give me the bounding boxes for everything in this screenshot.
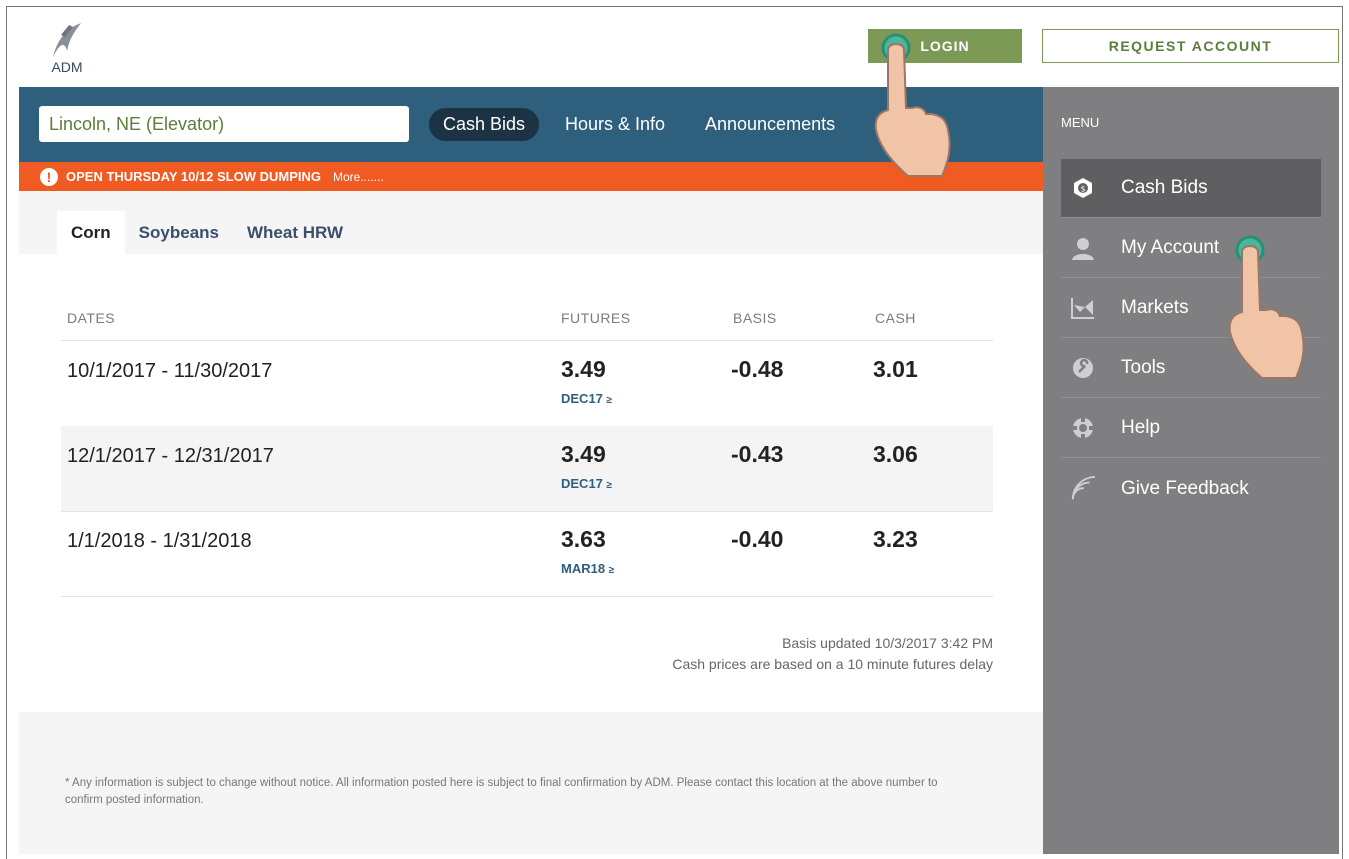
- request-account-button[interactable]: REQUEST ACCOUNT: [1042, 29, 1339, 63]
- alert-more-link[interactable]: More.......: [333, 170, 384, 184]
- svg-text:$: $: [1080, 185, 1085, 194]
- tap-hand-icon: [872, 30, 956, 185]
- tab-corn[interactable]: Corn: [57, 211, 125, 254]
- sidebar-item-help[interactable]: Help: [1061, 399, 1321, 458]
- row-cash: 3.06: [873, 441, 918, 467]
- lifebuoy-icon: [1071, 416, 1095, 440]
- header-dates: DATES: [67, 310, 116, 326]
- row-futures: 3.49: [561, 356, 606, 382]
- table-row: 12/1/2017 - 12/31/2017 3.49 DEC17 ≥ -0.4…: [61, 426, 993, 512]
- sidebar-item-label: Cash Bids: [1121, 177, 1208, 198]
- row-basis: -0.40: [731, 526, 784, 552]
- sidebar-item-label: Tools: [1121, 357, 1166, 378]
- chart-icon: ≥: [606, 395, 613, 406]
- wrench-icon: [1071, 356, 1095, 380]
- row-basis: -0.48: [731, 356, 784, 382]
- row-futures: 3.63: [561, 526, 606, 552]
- sidebar-item-label: My Account: [1121, 237, 1220, 258]
- table-header: DATES FUTURES BASIS CASH: [61, 254, 993, 341]
- futures-month-link[interactable]: DEC17 ≥: [561, 476, 612, 491]
- futures-month-link[interactable]: MAR18 ≥: [561, 561, 614, 576]
- user-icon: [1071, 236, 1095, 260]
- exclamation-icon: !: [40, 167, 58, 186]
- top-bar: ADM LOGIN REQUEST ACCOUNT: [7, 7, 1342, 87]
- row-cash: 3.01: [873, 356, 918, 382]
- disclaimer-text: * Any information is subject to change w…: [65, 777, 938, 806]
- location-selector[interactable]: Lincoln, NE (Elevator): [39, 106, 409, 142]
- chart-icon: [1071, 296, 1095, 320]
- chart-icon: ≥: [608, 565, 615, 576]
- header-basis: BASIS: [733, 310, 777, 326]
- tab-hours-info[interactable]: Hours & Info: [565, 108, 665, 141]
- row-basis: -0.43: [731, 441, 784, 467]
- row-cash: 3.23: [873, 526, 918, 552]
- sidebar-item-label: Give Feedback: [1121, 477, 1249, 499]
- row-dates: 1/1/2018 - 1/31/2018: [67, 530, 252, 552]
- adm-logo[interactable]: ADM: [43, 21, 91, 77]
- adm-leaf-icon: [53, 23, 81, 57]
- menu-title: MENU: [1061, 115, 1100, 130]
- tab-cash-bids[interactable]: Cash Bids: [429, 108, 540, 141]
- row-futures: 3.49: [561, 441, 606, 467]
- tab-announcements[interactable]: Announcements: [705, 108, 835, 141]
- chart-icon: ≥: [606, 480, 613, 491]
- dollar-hex-icon: $: [1071, 176, 1095, 200]
- basis-updated-note: Basis updated 10/3/2017 3:42 PM: [782, 635, 993, 651]
- table-row: 10/1/2017 - 11/30/2017 3.49 DEC17 ≥ -0.4…: [61, 341, 993, 427]
- main-content: Lincoln, NE (Elevator) Cash Bids Hours &…: [19, 87, 1043, 854]
- sidebar-item-label: Markets: [1121, 297, 1189, 318]
- sidebar-menu: MENU $ Cash Bids My Account Markets Tool…: [1043, 87, 1339, 854]
- app-frame: ADM LOGIN REQUEST ACCOUNT Lincoln, NE (E…: [6, 6, 1343, 859]
- sidebar-item-give-feedback[interactable]: Give Feedback: [1061, 459, 1321, 518]
- sidebar-item-label: Help: [1121, 417, 1161, 438]
- delay-note: Cash prices are based on a 10 minute fut…: [672, 656, 993, 672]
- header-cash: CASH: [875, 310, 916, 326]
- header-futures: FUTURES: [561, 310, 631, 326]
- feed-icon: [1071, 475, 1095, 501]
- bids-panel: DATES FUTURES BASIS CASH 10/1/2017 - 11/…: [19, 254, 1043, 712]
- futures-month-link[interactable]: DEC17 ≥: [561, 391, 612, 406]
- table-row: 1/1/2018 - 1/31/2018 3.63 MAR18 ≥ -0.40 …: [61, 511, 993, 597]
- adm-logo-text: ADM: [51, 59, 83, 75]
- sidebar-item-cash-bids[interactable]: $ Cash Bids: [1061, 159, 1321, 218]
- tab-wheat-hrw[interactable]: Wheat HRW: [233, 211, 357, 254]
- row-dates: 10/1/2017 - 11/30/2017: [67, 360, 273, 382]
- tab-soybeans[interactable]: Soybeans: [125, 211, 233, 254]
- row-dates: 12/1/2017 - 12/31/2017: [67, 445, 274, 467]
- alert-text: OPEN THURSDAY 10/12 SLOW DUMPING: [66, 169, 321, 184]
- crop-tabs: Corn Soybeans Wheat HRW: [57, 211, 357, 254]
- tap-hand-icon: [1226, 232, 1310, 387]
